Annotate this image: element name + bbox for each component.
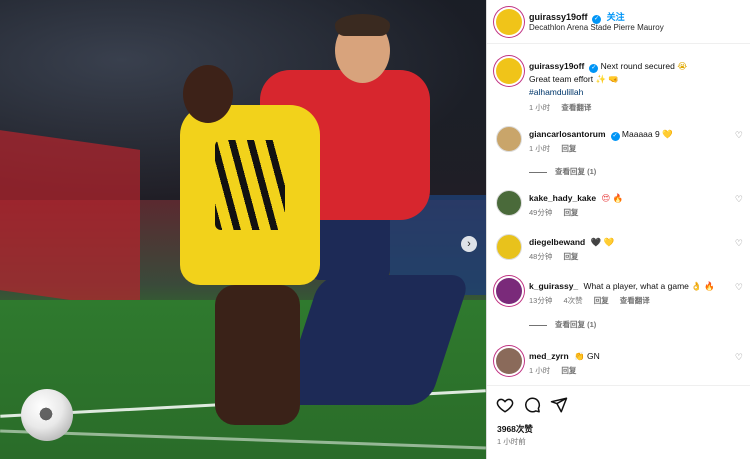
heart-icon[interactable] (496, 396, 514, 414)
stadium-banner-red (0, 130, 140, 310)
sparkle-fist-emoji-icon: ✨ 🤜 (595, 74, 620, 84)
chevron-right-icon[interactable]: › (461, 236, 477, 252)
reply-button[interactable]: 回复 (594, 296, 609, 305)
comment-username[interactable]: kake_hady_kake (529, 193, 596, 203)
post-header: guirassy19off ✓ 关注 Decathlon Arena Stade… (487, 0, 750, 44)
avatar[interactable] (496, 348, 522, 374)
avatar[interactable] (496, 234, 522, 260)
verified-icon: ✓ (610, 132, 620, 141)
avatar[interactable] (496, 126, 522, 152)
heart-icon[interactable]: ♡ (735, 194, 743, 205)
post-actions: 3968次赞 1 小时前 (487, 385, 750, 459)
comment-text: What a player, what a game (583, 281, 689, 291)
comment-username[interactable]: k_guirassy_ (529, 281, 578, 291)
ok-fire-emoji-icon: 👌 🔥 (691, 281, 715, 291)
comment-time: 49分钟 (529, 208, 553, 217)
likes-count[interactable]: 3968次赞 (497, 423, 533, 435)
hashtag-link[interactable]: #alhamdulillah (529, 87, 583, 97)
translate-button[interactable]: 查看翻译 (561, 103, 591, 112)
caption-username[interactable]: guirassy19off (529, 61, 584, 71)
location-link[interactable]: Decathlon Arena Stade Pierre Mauroy (529, 23, 664, 32)
verified-icon: ✓ (589, 64, 599, 73)
view-replies-button[interactable]: 查看回复 (1) (529, 166, 596, 177)
comment-item: k_guirassy_ What a player, what a game 👌… (487, 270, 750, 340)
comment-username[interactable]: diegelbewand (529, 237, 585, 247)
view-replies-button[interactable]: 查看回复 (1) (529, 319, 596, 330)
player-yellow-head (183, 65, 233, 123)
comment-item: kake_hady_kake 😍 🔥 49分钟 回复 ♡ (487, 182, 750, 226)
reply-button[interactable]: 回复 (563, 208, 578, 217)
comment-likes: 4次赞 (563, 296, 583, 305)
post-side-panel: guirassy19off ✓ 关注 Decathlon Arena Stade… (486, 0, 750, 459)
comment-icon[interactable] (523, 396, 541, 414)
comment-time: 1 小时 (529, 144, 551, 153)
heart-icon[interactable]: ♡ (735, 238, 743, 249)
heart-icon[interactable]: ♡ (735, 352, 743, 363)
football (21, 389, 73, 441)
comment-text: GN (587, 351, 600, 361)
share-icon[interactable] (550, 396, 568, 414)
post-photo[interactable]: › (0, 0, 486, 459)
reply-button[interactable]: 回复 (563, 252, 578, 261)
avatar[interactable] (496, 190, 522, 216)
comment-username[interactable]: med_zyrn (529, 351, 569, 361)
header-username[interactable]: guirassy19off (529, 12, 588, 22)
player-red-hair (335, 14, 390, 36)
yellow-heart-emoji-icon: 💛 (662, 129, 673, 139)
heart-icon[interactable]: ♡ (735, 282, 743, 293)
post-date: 1 小时前 (497, 437, 526, 446)
comment-item: diegelbewand 🖤 💛 48分钟 回复 ♡ (487, 226, 750, 270)
comment-time: 48分钟 (529, 252, 553, 261)
comment-item: giancarlosantorum ✓ Maaaaa 9 💛 1 小时 回复 查看… (487, 118, 750, 182)
comment-item: med_zyrn 👏 GN 1 小时 回复 ♡ (487, 340, 750, 384)
comment-time: 13分钟 (529, 296, 553, 305)
clap-emoji-icon: 👏 (574, 351, 585, 361)
player-red-shorts (310, 210, 390, 280)
avatar[interactable] (496, 58, 522, 84)
reply-button[interactable]: 回复 (561, 144, 576, 153)
player-yellow-legs (215, 285, 300, 425)
heart-icon[interactable]: ♡ (735, 130, 743, 141)
caption-time: 1 小时 (529, 103, 551, 112)
avatar[interactable] (496, 9, 522, 35)
heart-eyes-fire-emoji-icon: 😍 🔥 (601, 193, 624, 203)
crying-emoji-icon: 😭 (677, 61, 688, 71)
player-yellow-stripes (215, 140, 285, 230)
comment-text: Maaaaa 9 (621, 129, 660, 139)
reply-button[interactable]: 回复 (561, 366, 576, 375)
caption-line1: Next round secured (600, 61, 675, 71)
comment-username[interactable]: giancarlosantorum (529, 129, 606, 139)
black-yellow-heart-emoji-icon: 🖤 💛 (590, 237, 615, 247)
caption: guirassy19off ✓ Next round secured 😭 Grea… (487, 50, 750, 118)
comment-time: 1 小时 (529, 366, 551, 375)
caption-line2: Great team effort (529, 74, 594, 84)
avatar[interactable] (496, 278, 522, 304)
follow-button[interactable]: 关注 (607, 12, 625, 22)
translate-button[interactable]: 查看翻译 (620, 296, 650, 305)
